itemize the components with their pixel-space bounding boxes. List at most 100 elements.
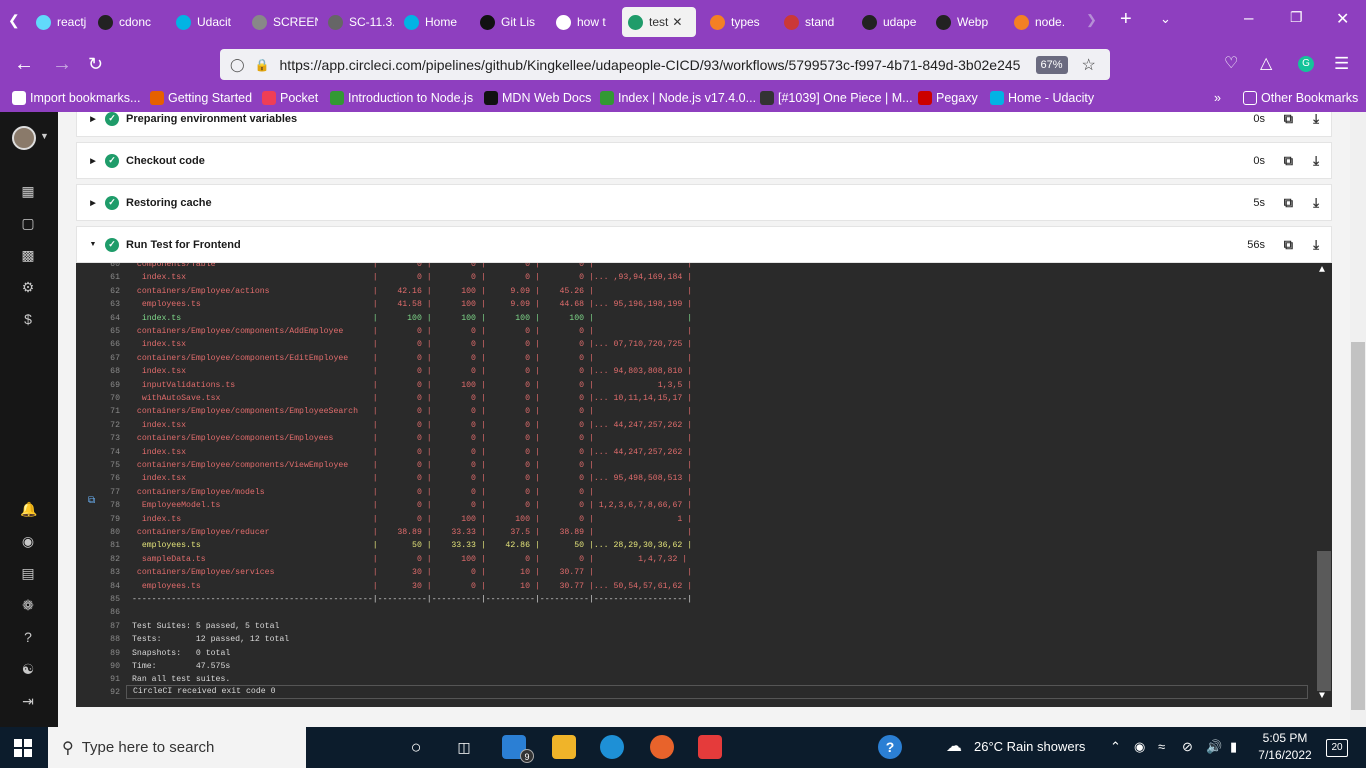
collapse-sidebar-icon[interactable]: ⇥ [20,693,36,709]
browser-tab[interactable]: types [704,7,770,37]
step-preparing-env[interactable]: ▶ ✓ Preparing environment variables 0s ⧉… [76,112,1332,137]
metamask-icon[interactable]: △ [1260,54,1272,74]
browser-tab[interactable]: how t [550,7,616,37]
bookmark-item[interactable]: [#1039] One Piece | M... [760,91,913,105]
download-icon[interactable]: ⤓ [1313,112,1319,127]
browser-tab[interactable]: cdonc [92,7,164,37]
bookmark-item[interactable]: Pocket [262,91,318,105]
page-scroll-thumb[interactable] [1351,342,1365,710]
tab-scroll-right-icon[interactable]: ❯ [1086,12,1097,28]
expand-caret-icon[interactable]: ▶ [83,199,103,207]
user-avatar[interactable] [12,126,36,150]
scroll-down-arrow-icon[interactable]: ▼ [1319,691,1325,702]
help-question-icon[interactable]: ? [878,735,902,759]
docs-icon[interactable]: ▤ [20,565,36,581]
other-bookmarks[interactable]: Other Bookmarks [1243,91,1358,105]
step-restoring-cache[interactable]: ▶ ✓ Restoring cache 5s ⧉ ⤓ [76,184,1332,221]
windows-start-icon[interactable] [14,739,32,757]
menu-icon[interactable]: ☰ [1334,54,1349,74]
bookmark-item[interactable]: MDN Web Docs [484,91,591,105]
plan-dollar-icon[interactable]: $ [20,311,36,327]
bookmark-item[interactable]: Getting Started [150,91,252,105]
open-external-icon[interactable]: ⧉ [1284,153,1293,169]
url-text[interactable]: https://app.circleci.com/pipelines/githu… [280,57,1030,73]
meet-now-icon[interactable]: ◉ [1134,739,1145,755]
browser-tab[interactable]: test ✕ [622,7,696,37]
address-bar[interactable]: ◯ 🔒 https://app.circleci.com/pipelines/g… [220,49,1110,80]
notifications-bell-icon[interactable]: 🔔 [20,501,37,517]
insights-icon[interactable]: ▩ [20,247,36,263]
browser-tab[interactable]: node. [1008,7,1070,37]
minimize-button[interactable]: – [1244,8,1253,28]
forward-button[interactable]: → [52,54,72,74]
cortana-icon[interactable]: ○ [404,735,428,759]
bookmark-star-icon[interactable]: ☆ [1082,55,1096,75]
expand-caret-icon[interactable]: ▶ [83,115,103,123]
bookmark-item[interactable]: Home - Udacity [990,91,1094,105]
browser-tab[interactable]: Udacit [170,7,242,37]
browser-tab[interactable]: Git Lis [474,7,546,37]
collapse-caret-icon[interactable]: ▼ [83,241,103,248]
file-explorer-icon[interactable] [552,735,576,759]
open-external-icon[interactable]: ⧉ [1284,237,1293,253]
dashboard-icon[interactable]: ▦ [20,183,36,199]
browser-tab[interactable]: Webp [930,7,1002,37]
browser-tab[interactable]: stand [778,7,850,37]
bookmark-item[interactable]: Introduction to Node.js [330,91,473,105]
new-tab-button[interactable]: + [1120,8,1132,31]
clock[interactable]: 5:05 PM 7/16/2022 [1256,731,1314,762]
weather-icon[interactable]: ☁ [946,736,962,756]
firefox-icon[interactable] [650,735,674,759]
step-checkout-code[interactable]: ▶ ✓ Checkout code 0s ⧉ ⤓ [76,142,1332,179]
settings-gear-icon[interactable]: ⚙ [20,279,36,295]
more-bookmarks-icon[interactable]: » [1214,91,1221,105]
browser-tab[interactable]: Home [398,7,470,37]
edge-icon[interactable] [600,735,624,759]
chevron-down-icon[interactable]: ▼ [40,131,49,141]
grammarly-icon[interactable]: G [1298,56,1314,72]
wifi-icon[interactable]: ≈ [1158,739,1165,754]
shield-icon[interactable]: ◯ [230,57,245,73]
copy-icon[interactable]: ⧉ [88,495,95,507]
browser-tab[interactable]: SC-11.3.pr [322,7,394,37]
open-external-icon[interactable]: ⧉ [1284,195,1293,211]
bookmark-item[interactable]: Pegaxy [918,91,978,105]
download-icon[interactable]: ⤓ [1313,153,1319,169]
projects-icon[interactable]: ▢ [20,215,36,231]
bookmark-item[interactable]: Index | Node.js v17.4.0... [600,91,756,105]
browser-tab[interactable]: SCREENSH [246,7,318,37]
expand-caret-icon[interactable]: ▶ [83,157,103,165]
step-run-test-frontend[interactable]: ▼ ✓ Run Test for Frontend 56s ⧉ ⤓ [76,226,1332,263]
zoom-level-badge[interactable]: 67% [1035,55,1068,74]
bookmark-item[interactable]: Import bookmarks... [12,91,140,105]
taskbar-search[interactable]: ⚲ Type here to search [48,727,306,768]
close-window-button[interactable]: ✕ [1336,9,1349,29]
scroll-up-arrow-icon[interactable]: ▲ [1319,265,1325,276]
mute-icon[interactable]: ⊘ [1182,739,1193,755]
terminal-output[interactable]: 60 components/Table | 0 | 0 | 0 | 0 | | 6… [76,263,1332,707]
store-icon[interactable] [698,735,722,759]
integrations-icon[interactable]: ❁ [20,597,36,613]
tray-chevron-icon[interactable]: ⌃ [1110,739,1121,755]
back-button[interactable]: ← [14,54,34,74]
download-icon[interactable]: ⤓ [1313,195,1319,211]
download-icon[interactable]: ⤓ [1313,237,1319,253]
community-icon[interactable]: ☯ [20,661,36,677]
pocket-icon[interactable]: ♡ [1224,54,1238,74]
volume-icon[interactable]: 🔊 [1206,739,1222,755]
task-view-icon[interactable]: ◫ [452,735,476,759]
help-icon[interactable]: ? [20,629,36,645]
open-external-icon[interactable]: ⧉ [1284,112,1293,127]
list-tabs-icon[interactable]: ⌄ [1160,11,1171,27]
notification-center-icon[interactable]: 20 [1326,739,1348,757]
battery-icon[interactable]: ▮ [1230,739,1237,755]
tab-scroll-left-icon[interactable]: ❮ [8,12,20,29]
reload-button[interactable]: ↻ [88,54,103,74]
browser-tab[interactable]: reactj [30,7,92,37]
terminal-scroll-thumb[interactable] [1317,551,1331,691]
browser-tab[interactable]: udape [856,7,922,37]
weather-text[interactable]: 26°C Rain showers [974,739,1085,754]
maximize-button[interactable]: ❐ [1290,9,1303,26]
status-icon[interactable]: ◉ [20,533,36,549]
lock-icon[interactable]: 🔒 [255,58,270,72]
